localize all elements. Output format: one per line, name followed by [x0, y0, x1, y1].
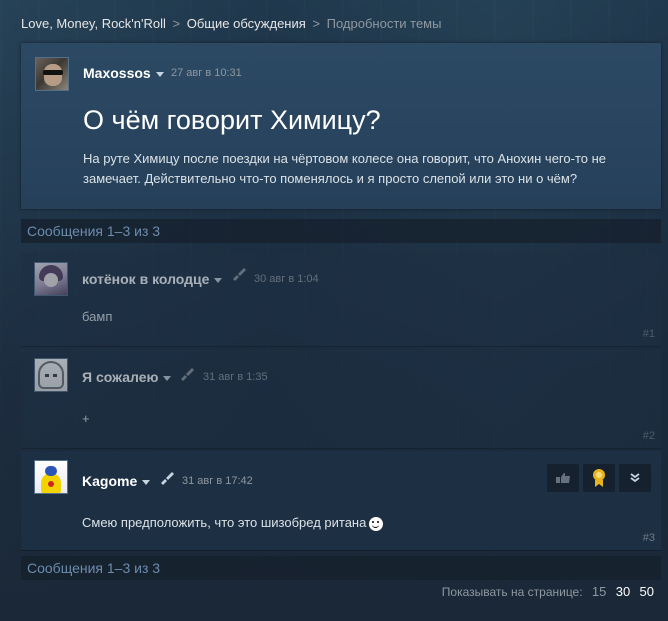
comment-text-wrap: Смею предположить, что это шизобред рита…	[82, 515, 384, 531]
caret-down-icon[interactable]	[155, 71, 164, 77]
topic-author[interactable]: Maxossos	[83, 65, 164, 81]
avatar-glasses	[43, 70, 63, 75]
brush-badge-icon	[231, 267, 247, 281]
avatar[interactable]	[34, 460, 68, 494]
topic-author-name[interactable]: Maxossos	[83, 65, 151, 81]
avatar-face	[44, 64, 62, 86]
avatar-spot	[48, 481, 54, 487]
comment-author[interactable]: Kagome	[82, 473, 151, 489]
topic-body: На руте Химицу после поездки на чёртовом…	[83, 151, 607, 186]
avatar[interactable]	[34, 358, 68, 392]
comment-date: 31 авг в 1:35	[203, 371, 268, 383]
avatar-eye	[53, 374, 57, 377]
per-page-option-30[interactable]: 30	[616, 584, 630, 599]
comment-number[interactable]: #2	[643, 430, 655, 442]
breadcrumb-separator: >	[172, 16, 181, 31]
topic-panel: Maxossos 27 авг в 10:31 О чём говорит Хи…	[21, 43, 661, 209]
comment-author-name[interactable]: Kagome	[82, 473, 137, 489]
per-page-label: Показывать на странице:	[441, 585, 583, 599]
avatar-eye	[45, 374, 49, 377]
comment-author[interactable]: Я сожалею	[82, 369, 172, 385]
brush-badge-icon	[179, 367, 195, 381]
avatar[interactable]	[34, 262, 68, 296]
per-page-option-50[interactable]: 50	[640, 584, 654, 599]
caret-down-icon[interactable]	[214, 277, 223, 283]
comment-date: 31 авг в 17:42	[182, 475, 253, 487]
thumb-icon	[556, 473, 570, 483]
breadcrumb: Love, Money, Rock'n'Roll > Общие обсужде…	[21, 16, 441, 31]
messages-count-bottom: Сообщения 1–3 из 3	[21, 556, 661, 580]
vote-button[interactable]	[547, 464, 579, 492]
breadcrumb-general[interactable]: Общие обсуждения	[187, 16, 306, 31]
avatar-hair	[38, 361, 64, 389]
breadcrumb-current: Подробности темы	[326, 16, 442, 31]
smiley-icon	[369, 516, 384, 531]
comment-text: бамп	[82, 309, 113, 324]
comment-3: Kagome 31 авг в 17:42 Смею предположить,…	[21, 451, 661, 551]
per-page-selector: Показывать на странице: 15 30 50	[442, 584, 654, 599]
brush-badge-icon	[159, 471, 175, 485]
comment-text: +	[82, 411, 90, 426]
topic-date: 27 авг в 10:31	[171, 67, 242, 79]
per-page-option-15[interactable]: 15	[592, 584, 606, 599]
messages-count-top: Сообщения 1–3 из 3	[21, 219, 661, 243]
comment-number[interactable]: #3	[643, 532, 655, 544]
comment-number[interactable]: #1	[643, 328, 655, 340]
chevron-down-double-icon	[630, 473, 640, 483]
comment-author-name[interactable]: котёнок в колодце	[82, 271, 209, 287]
comment-1: котёнок в колодце 30 авг в 1:04 бамп #1	[21, 253, 661, 347]
comment-text: Смею предположить, что это шизобред рита…	[82, 515, 367, 530]
avatar-hood	[45, 466, 57, 476]
avatar-face	[44, 273, 58, 287]
comment-author[interactable]: котёнок в колодце	[82, 271, 223, 287]
discussion-page: Love, Money, Rock'n'Roll > Общие обсужде…	[0, 0, 668, 621]
breadcrumb-game[interactable]: Love, Money, Rock'n'Roll	[21, 16, 166, 31]
avatar[interactable]	[35, 57, 69, 91]
topic-title: О чём говорит Химицу?	[83, 105, 381, 135]
comment-date: 30 авг в 1:04	[254, 273, 319, 285]
comment-author-name[interactable]: Я сожалею	[82, 369, 158, 385]
more-button[interactable]	[619, 464, 651, 492]
breadcrumb-separator: >	[312, 16, 320, 31]
award-button[interactable]	[583, 464, 615, 492]
caret-down-icon[interactable]	[163, 375, 172, 381]
caret-down-icon[interactable]	[142, 479, 151, 485]
comment-actions	[547, 464, 651, 492]
comment-2: Я сожалею 31 авг в 1:35 + #2	[21, 349, 661, 449]
award-icon	[593, 469, 605, 487]
